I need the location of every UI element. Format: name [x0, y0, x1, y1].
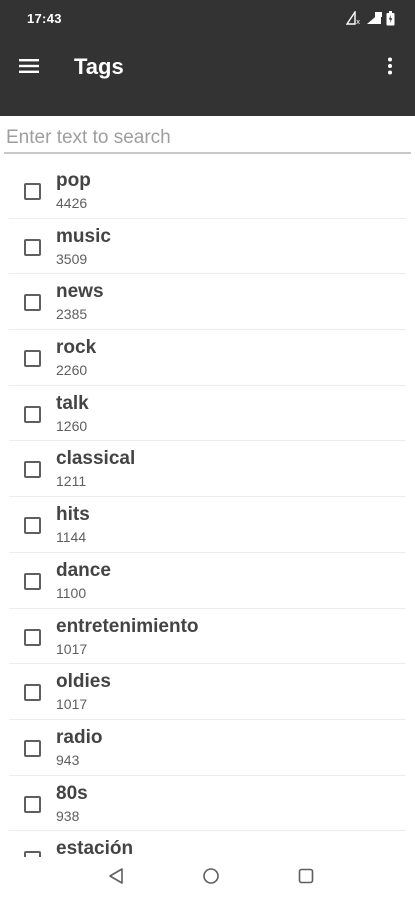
tag-checkbox[interactable] [24, 350, 41, 368]
more-vert-icon [387, 57, 393, 80]
svg-text:x: x [356, 18, 360, 25]
search-input[interactable] [4, 124, 411, 154]
page-title: Tags [74, 54, 124, 79]
tag-checkbox[interactable] [24, 628, 41, 646]
tag-name: 80s [56, 782, 88, 804]
menu-button[interactable] [14, 53, 44, 83]
tag-count: 1100 [56, 584, 87, 601]
tag-checkbox[interactable] [24, 795, 41, 813]
tag-count: 938 [56, 807, 80, 824]
search-container [4, 124, 411, 156]
tag-checkbox[interactable] [24, 572, 41, 590]
battery-icon [386, 10, 395, 26]
tag-count: 3509 [56, 250, 88, 267]
tag-count: 4426 [56, 195, 88, 211]
tag-name: rock [56, 337, 97, 359]
tag-checkbox[interactable] [24, 405, 41, 423]
status-time: 17:43 [27, 11, 62, 26]
overflow-menu-button[interactable] [375, 53, 405, 83]
top-bar: 17:43 x Tags [0, 0, 415, 116]
navigation-bar [0, 857, 415, 900]
app-bar: Tags [0, 38, 415, 116]
tag-list-item[interactable]: rock 2260 [9, 330, 406, 386]
tag-name: dance [56, 559, 111, 581]
tag-count: 1017 [56, 696, 88, 713]
tag-list-item[interactable]: classical 1211 [9, 441, 406, 498]
tag-name: news [56, 281, 104, 303]
tag-list-item[interactable]: entretenimiento 1017 [9, 609, 406, 665]
tag-count: 1260 [56, 417, 88, 434]
nav-recents-button[interactable] [295, 867, 317, 889]
nav-home-button[interactable] [200, 867, 222, 889]
tag-list-item[interactable]: talk 1260 [9, 386, 406, 442]
tag-list[interactable]: pop 4426 music 3509 news 2385 rock 2260 talk 1260… [9, 163, 406, 857]
tag-list-item[interactable]: pop 4426 [9, 163, 406, 219]
tag-list-item[interactable]: hits 1144 [9, 497, 406, 553]
recents-square-icon [298, 868, 314, 889]
tag-name: classical [56, 448, 136, 470]
tag-count: 1144 [56, 529, 87, 546]
status-bar: 17:43 x [0, 0, 415, 38]
signal-icon: x [346, 11, 362, 25]
status-icons: x [346, 10, 395, 26]
tag-list-item[interactable]: radio 943 [9, 720, 406, 776]
tag-name: estación [56, 838, 134, 857]
tag-name: pop [56, 170, 91, 191]
tag-name: music [56, 225, 111, 247]
tag-list-item[interactable]: music 3509 [9, 219, 406, 275]
tag-count: 1211 [56, 473, 87, 490]
home-circle-icon [202, 867, 220, 890]
tag-checkbox[interactable] [24, 739, 41, 757]
wifi-signal-icon [366, 11, 382, 25]
tag-checkbox[interactable] [24, 461, 41, 479]
tag-count: 2385 [56, 306, 88, 323]
tag-count: 943 [56, 751, 80, 768]
screen: 17:43 x Tags Enter text to search pop 44… [0, 0, 415, 900]
back-triangle-icon [108, 867, 124, 890]
tag-checkbox[interactable] [24, 517, 41, 535]
tag-name: radio [56, 726, 103, 748]
hamburger-menu-icon [19, 58, 39, 79]
tag-count: 2260 [56, 362, 88, 379]
tag-list-item[interactable]: 80s 938 [9, 776, 406, 832]
tag-name: oldies [56, 671, 111, 693]
tag-list-item[interactable]: news 2385 [9, 274, 406, 331]
tag-checkbox[interactable] [24, 684, 41, 702]
nav-back-button[interactable] [105, 867, 127, 889]
tag-name: talk [56, 392, 89, 414]
tag-checkbox[interactable] [24, 294, 41, 312]
tag-list-item[interactable]: oldies 1017 [9, 664, 406, 720]
tag-count: 1017 [56, 640, 88, 657]
tag-checkbox[interactable] [24, 238, 41, 256]
tag-list-item[interactable]: estación [9, 831, 406, 857]
tag-checkbox[interactable] [24, 183, 41, 200]
tag-name: hits [56, 504, 90, 526]
tag-list-item[interactable]: dance 1100 [9, 553, 406, 609]
tag-name: entretenimiento [56, 615, 199, 637]
